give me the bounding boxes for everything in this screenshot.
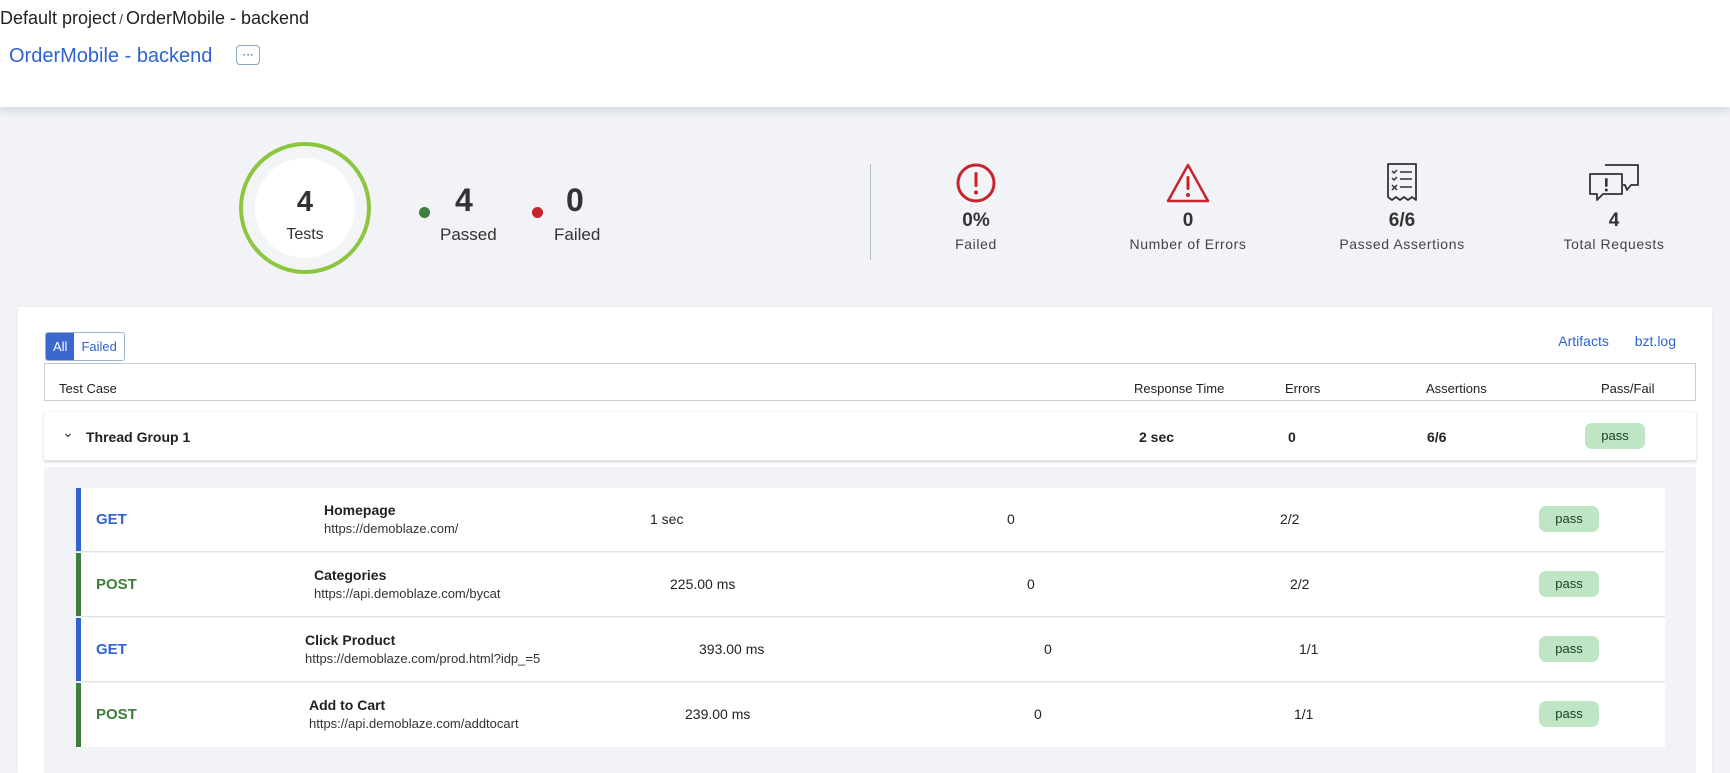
method-indicator [76, 683, 81, 747]
artifacts-link[interactable]: Artifacts [1558, 333, 1609, 349]
group-response-time: 2 sec [1139, 429, 1175, 445]
request-assertions: 1/1 [1299, 641, 1319, 657]
metric-value: 6/6 [1388, 210, 1416, 231]
tests-label: Tests [286, 226, 324, 243]
metric-assertions: 6/6 Passed Assertions [1302, 162, 1502, 252]
method-indicator [76, 488, 81, 551]
page-header: Default project / OrderMobile - backend Or… [0, 0, 1730, 107]
passed-dot-icon [419, 207, 430, 218]
breadcrumb-project[interactable]: Default project [0, 8, 116, 28]
more-options-button[interactable]: ··· [236, 45, 260, 65]
breadcrumb: Default project / OrderMobile - backend [0, 8, 309, 29]
column-pass-fail: Pass/Fail [1601, 381, 1655, 396]
summary-section: 4 Tests 4 Passed 0 Failed 0% Failed 0 Nu… [0, 122, 1730, 297]
request-time: 1 sec [650, 511, 684, 527]
summary-divider [870, 164, 871, 260]
request-list: GET Homepage https://demoblaze.com/ 1 se… [44, 467, 1696, 773]
request-row[interactable]: POST Categories https://api.demoblaze.co… [76, 553, 1665, 617]
metric-label: Total Requests [1563, 236, 1665, 252]
breadcrumb-separator: / [119, 11, 123, 27]
warning-triangle-icon [1166, 163, 1210, 203]
status-badge: pass [1585, 423, 1645, 449]
request-errors: 0 [1044, 641, 1052, 657]
request-url: https://demoblaze.com/ [324, 521, 459, 536]
request-method: GET [96, 511, 127, 528]
method-indicator [76, 618, 81, 681]
passed-count: 4 [455, 182, 473, 218]
request-row[interactable]: GET Homepage https://demoblaze.com/ 1 se… [76, 488, 1665, 552]
chat-bubbles-icon [1589, 164, 1639, 201]
request-name: Categories [314, 567, 387, 583]
column-test-case: Test Case [59, 381, 117, 396]
request-url: https://api.demoblaze.com/addtocart [309, 716, 519, 731]
checklist-icon [1387, 163, 1417, 201]
method-indicator [76, 553, 81, 616]
request-url: https://demoblaze.com/prod.html?idp_=5 [305, 651, 541, 666]
request-name: Homepage [324, 502, 396, 518]
filter-all-button[interactable]: All [46, 333, 75, 360]
request-assertions: 1/1 [1294, 706, 1314, 722]
panel-links: Artifacts bzt.log [1536, 333, 1676, 349]
log-link[interactable]: bzt.log [1635, 333, 1676, 349]
request-errors: 0 [1027, 576, 1035, 592]
request-name: Add to Cart [309, 697, 386, 713]
request-assertions: 2/2 [1290, 576, 1310, 592]
group-name: Thread Group 1 [86, 429, 191, 445]
metric-label: Number of Errors [1129, 236, 1247, 252]
results-panel: All Failed Artifacts bzt.log Test Case R… [18, 307, 1712, 773]
request-method: GET [96, 641, 127, 658]
group-assertions: 6/6 [1427, 429, 1447, 445]
failed-label: Failed [554, 225, 601, 244]
chevron-down-icon[interactable]: ⌄ [62, 424, 74, 441]
alert-circle-icon [956, 163, 996, 203]
metric-label: Passed Assertions [1339, 236, 1465, 252]
request-method: POST [96, 576, 137, 593]
failed-dot-icon [532, 207, 543, 218]
tests-count: 4 [296, 186, 314, 218]
breadcrumb-test: OrderMobile - backend [125, 8, 310, 28]
page-title[interactable]: OrderMobile - backend [9, 45, 212, 68]
column-response-time: Response Time [1134, 381, 1225, 396]
metric-value: 0 [1182, 210, 1194, 231]
result-filter: All Failed [45, 332, 125, 361]
passed-label: Passed [440, 225, 497, 244]
status-badge: pass [1539, 571, 1599, 597]
request-errors: 0 [1034, 706, 1042, 722]
request-method: POST [96, 706, 137, 723]
failed-count: 0 [566, 182, 584, 218]
status-badge: pass [1539, 636, 1599, 662]
request-errors: 0 [1007, 511, 1015, 527]
metric-value: 0% [962, 210, 990, 231]
request-assertions: 2/2 [1280, 511, 1300, 527]
request-url: https://api.demoblaze.com/bycat [314, 586, 501, 601]
request-time: 225.00 ms [670, 576, 736, 592]
group-errors: 0 [1288, 429, 1296, 445]
metric-failed-percent: 0% Failed [876, 162, 1076, 252]
column-assertions: Assertions [1426, 381, 1487, 396]
metric-requests: 4 Total Requests [1514, 162, 1714, 252]
request-time: 239.00 ms [685, 706, 751, 722]
metric-label: Failed [955, 236, 997, 252]
status-badge: pass [1539, 506, 1599, 532]
metric-value: 4 [1608, 210, 1620, 231]
request-name: Click Product [305, 632, 396, 648]
thread-group-row[interactable]: ⌄ Thread Group 1 2 sec 0 6/6 pass [44, 412, 1696, 461]
tests-ring: 4 Tests [239, 142, 371, 274]
request-time: 393.00 ms [699, 641, 765, 657]
column-errors: Errors [1285, 381, 1321, 396]
request-row[interactable]: GET Click Product https://demoblaze.com/… [76, 618, 1665, 682]
request-row[interactable]: POST Add to Cart https://api.demoblaze.c… [76, 683, 1665, 747]
status-badge: pass [1539, 701, 1599, 727]
metric-errors: 0 Number of Errors [1088, 162, 1288, 252]
table-header: Test Case Response Time Errors Assertion… [44, 363, 1696, 401]
filter-failed-button[interactable]: Failed [74, 333, 124, 360]
